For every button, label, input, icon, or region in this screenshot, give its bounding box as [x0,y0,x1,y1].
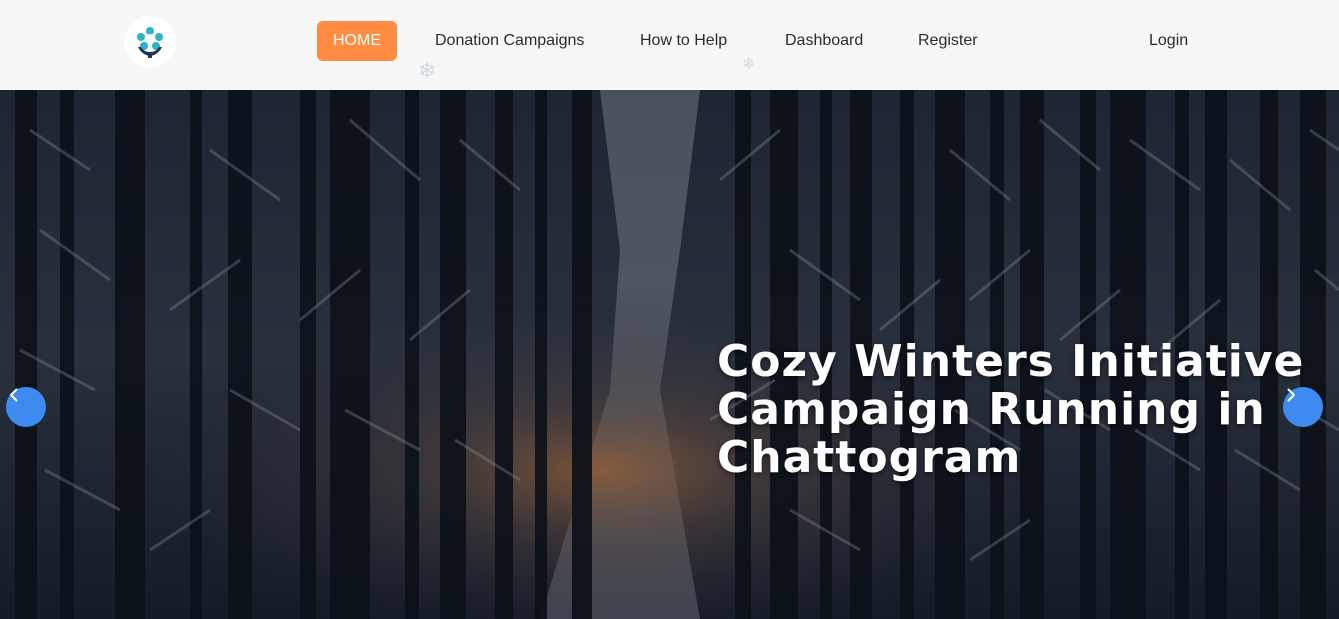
hero-title-line: Campaign Running in [717,384,1266,435]
snowflake-decoration-icon: ❄ [418,58,437,83]
carousel-next-button[interactable] [1283,387,1323,427]
site-logo[interactable] [124,16,176,68]
nav-dashboard-link[interactable]: Dashboard [785,21,863,61]
nav-register-link[interactable]: Register [918,21,978,61]
nav-donation-campaigns-link[interactable]: Donation Campaigns [435,21,584,61]
nav-home-link[interactable]: HOME [317,21,397,61]
chevron-right-icon [1287,388,1295,402]
nav-how-to-help-link[interactable]: How to Help [640,21,727,61]
helping-hands-logo-icon [137,27,163,58]
nav-login-link[interactable]: Login [1149,21,1188,61]
carousel-prev-button[interactable] [6,387,46,427]
hero-title-line: Cozy Winters Initiative [717,336,1305,387]
snowflake-decoration-icon: ❄ [742,56,756,73]
navbar: ❄ ❄ HOME Donation Campaigns How to Help … [0,0,1339,90]
chevron-left-icon [10,388,18,402]
hero-carousel: Cozy Winters Initiative Campaign Running… [0,90,1339,619]
hero-title-line: Chattogram [717,432,1022,483]
hero-title: Cozy Winters Initiative Campaign Running… [717,338,1317,482]
